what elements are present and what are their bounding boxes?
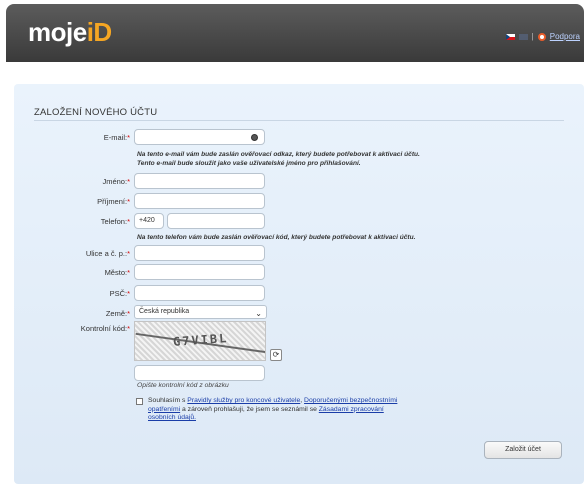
country-select[interactable]: Česká republika ⌄ — [134, 305, 267, 319]
czech-flag-icon[interactable] — [505, 33, 515, 40]
city-label-text: Město: — [104, 268, 128, 277]
phone-label-text: Telefon: — [100, 217, 128, 226]
zip-field[interactable] — [134, 285, 265, 301]
required-mark: * — [127, 324, 130, 333]
consent-checkbox[interactable] — [136, 398, 143, 405]
required-mark: * — [127, 133, 130, 142]
required-mark: * — [127, 309, 130, 318]
last-name-label-text: Příjmení: — [97, 197, 128, 206]
email-field[interactable] — [134, 129, 265, 145]
captcha-label: Kontrolní kód:* — [20, 324, 130, 333]
first-name-label: Jméno:* — [20, 177, 130, 186]
email-note: Na tento e-mail vám bude zaslán ověřovac… — [137, 150, 420, 168]
first-name-label-text: Jméno: — [102, 177, 128, 186]
email-note-line-2: Tento e-mail bude sloužit jako vaše uživ… — [137, 160, 361, 167]
required-mark: * — [127, 217, 130, 226]
support-link[interactable]: Podpora — [550, 32, 580, 41]
chevron-down-icon: ⌄ — [255, 309, 262, 318]
country-label-text: Země: — [105, 309, 128, 318]
phone-note: Na tento telefon vám bude zaslán ověřova… — [137, 234, 416, 241]
required-mark: * — [127, 289, 130, 298]
create-account-button[interactable]: Založit účet — [484, 441, 562, 459]
site-header: mojeiD | Podpora — [6, 4, 584, 62]
last-name-field[interactable] — [134, 193, 265, 209]
english-flag-icon[interactable] — [518, 33, 528, 40]
required-mark: * — [127, 249, 130, 258]
email-label: E-mail:* — [20, 133, 130, 142]
country-select-value: Česká republika — [139, 308, 190, 315]
visibility-icon[interactable] — [251, 134, 258, 141]
refresh-captcha-icon[interactable]: ⟳ — [270, 349, 282, 361]
consent-middle: a zároveň prohlašuji, že jsem se seznámi… — [182, 405, 317, 413]
title-divider — [34, 120, 564, 121]
captcha-image: G7VIBL — [134, 321, 266, 361]
logo-main-text: moje — [28, 17, 87, 47]
street-label-text: Ulice a č. p.: — [85, 249, 128, 258]
street-label: Ulice a č. p.:* — [20, 249, 130, 258]
street-field[interactable] — [134, 245, 265, 261]
captcha-field[interactable] — [134, 365, 265, 381]
header-utilities: | Podpora — [505, 32, 580, 41]
phone-label: Telefon:* — [20, 217, 130, 226]
separator: | — [531, 32, 534, 41]
first-name-field[interactable] — [134, 173, 265, 189]
zip-label-text: PSČ: — [109, 289, 128, 298]
city-label: Město:* — [20, 268, 130, 277]
page-title: ZALOŽENÍ NOVÉHO ÚČTU — [34, 107, 158, 118]
lifebuoy-icon — [537, 32, 546, 41]
consent-text: Souhlasím s Pravidly služby pro koncové … — [148, 397, 398, 422]
email-note-line-1: Na tento e-mail vám bude zaslán ověřovac… — [137, 151, 420, 158]
country-label: Země:* — [20, 309, 130, 318]
last-name-label: Příjmení:* — [20, 197, 130, 206]
zip-label: PSČ:* — [20, 289, 130, 298]
city-field[interactable] — [134, 264, 265, 280]
consent-prefix: Souhlasím s — [148, 397, 186, 404]
phone-field[interactable] — [167, 213, 265, 229]
terms-link[interactable]: Pravidly služby pro koncové uživatele — [187, 397, 300, 404]
required-mark: * — [127, 197, 130, 206]
captcha-hint: Opište kontrolní kód z obrázku — [137, 382, 229, 389]
registration-panel — [14, 84, 584, 484]
captcha-label-text: Kontrolní kód: — [80, 324, 128, 333]
logo-id-text: iD — [86, 17, 113, 47]
required-mark: * — [127, 268, 130, 277]
mojeid-logo[interactable]: mojeiD — [28, 17, 112, 48]
email-label-text: E-mail: — [103, 133, 128, 142]
phone-prefix-field[interactable]: +420 — [134, 213, 164, 229]
required-mark: * — [127, 177, 130, 186]
